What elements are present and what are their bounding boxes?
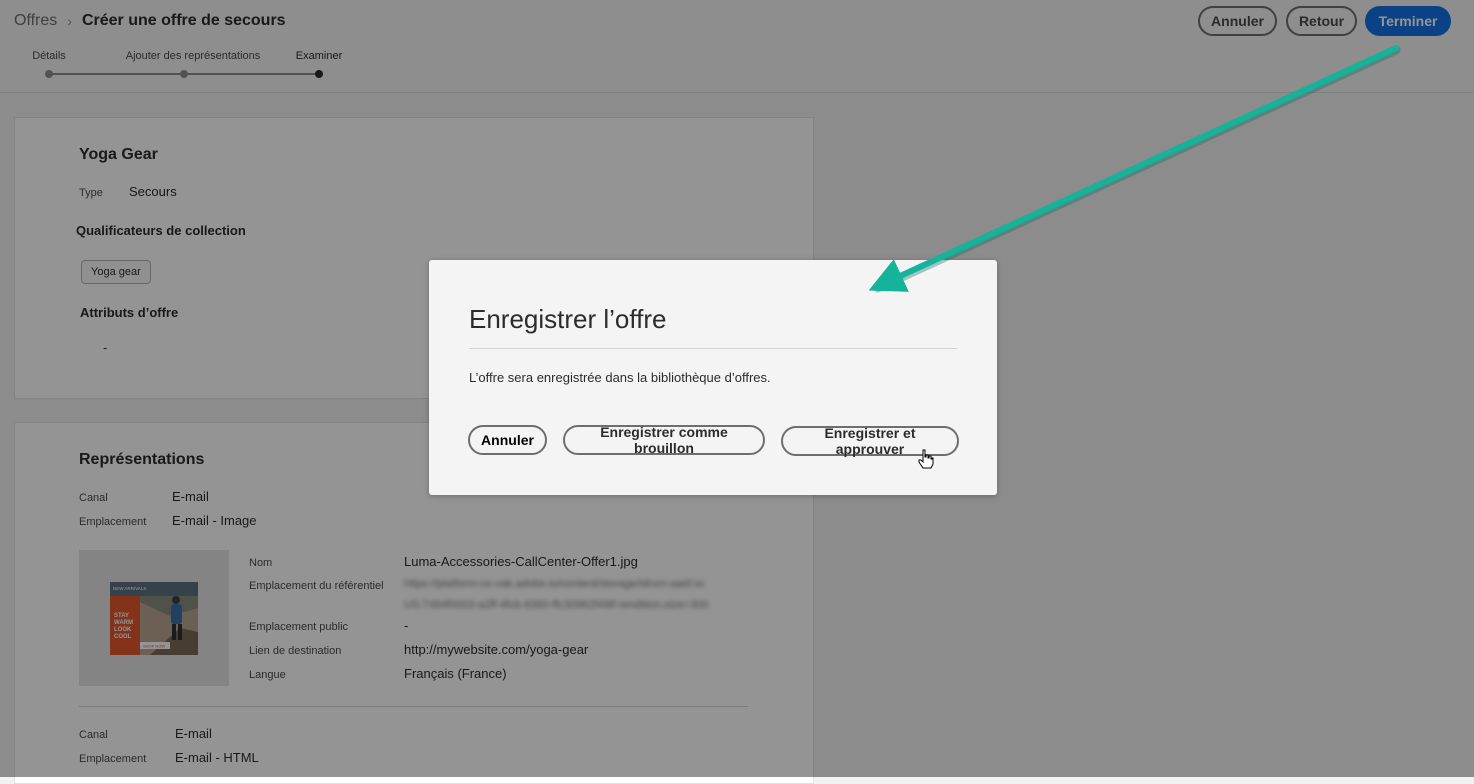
- save-draft-button[interactable]: Enregistrer comme brouillon: [563, 424, 765, 456]
- dialog-divider: [469, 348, 957, 349]
- dialog-title: Enregistrer l’offre: [469, 304, 667, 334]
- dialog-message: L’offre sera enregistrée dans la bibliot…: [469, 370, 771, 385]
- hand-cursor-icon: [918, 449, 934, 469]
- dialog-cancel-button[interactable]: Annuler: [468, 425, 547, 455]
- save-offer-dialog: Enregistrer l’offre L’offre sera enregis…: [429, 260, 997, 495]
